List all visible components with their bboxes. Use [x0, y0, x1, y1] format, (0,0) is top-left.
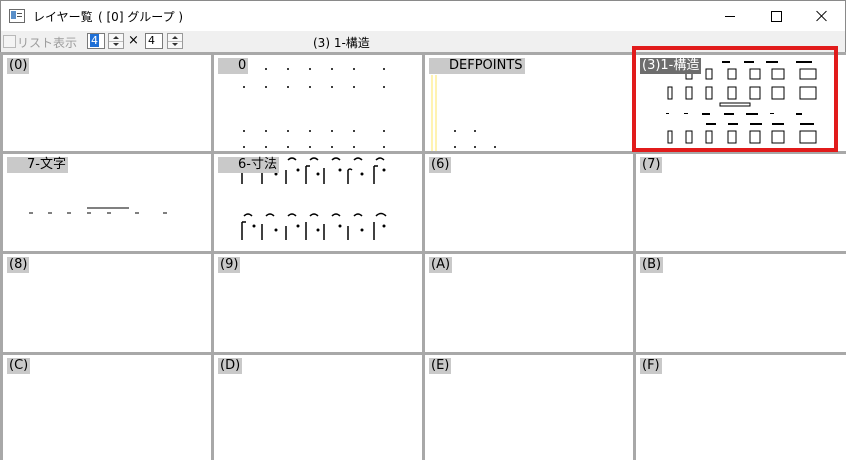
maximize-icon: [770, 10, 782, 22]
layer-cell-7[interactable]: (7): [636, 154, 846, 251]
title-bar[interactable]: レイヤー覧 ( [0] グループ ): [1, 1, 845, 31]
app-icon: [9, 9, 25, 23]
close-button[interactable]: [799, 1, 845, 31]
layer-label: (0): [7, 58, 30, 74]
current-layer-label: (3) 1-構造: [313, 36, 370, 50]
up-arrow-icon: [172, 36, 178, 39]
layer-label: 0: [218, 58, 249, 74]
layer-label: (8): [7, 257, 30, 273]
rows-input[interactable]: 4: [87, 33, 105, 49]
layer-cell-5[interactable]: 6-寸法: [214, 154, 422, 251]
layer-label: (9): [218, 257, 241, 273]
cols-down-button[interactable]: [168, 41, 182, 48]
layer-cell-4[interactable]: 7-文字: [3, 154, 211, 251]
cols-input[interactable]: 4: [145, 33, 163, 49]
layer-cell-9[interactable]: (9): [214, 254, 422, 352]
layer-cell-d[interactable]: (D): [214, 355, 422, 460]
layer-label: (E): [429, 358, 452, 374]
layer-cell-c[interactable]: (C): [3, 355, 211, 460]
layer-cell-2[interactable]: DEFPOINTS: [425, 55, 633, 151]
list-view-label: リスト表示: [17, 36, 78, 50]
up-arrow-icon: [113, 36, 119, 39]
times-sign: ×: [128, 33, 139, 48]
list-view-checkbox[interactable]: [3, 35, 16, 48]
maximize-button[interactable]: [753, 1, 799, 31]
layer-label: (F): [640, 358, 662, 374]
window-title: レイヤー覧: [33, 10, 93, 24]
layer-label: (B): [640, 257, 664, 273]
close-icon: [816, 10, 828, 22]
layer-label: (A): [429, 257, 453, 273]
layer-cell-8[interactable]: (8): [3, 254, 211, 352]
layer-cell-e[interactable]: (E): [425, 355, 633, 460]
layer-cell-1[interactable]: 0: [214, 55, 422, 151]
layer-label: DEFPOINTS: [429, 58, 525, 74]
layer-label: (7): [640, 157, 663, 173]
layer-cell-b[interactable]: (B): [636, 254, 846, 352]
layer-cell-a[interactable]: (A): [425, 254, 633, 352]
window-group: ( [0] グループ ): [98, 10, 184, 24]
layer-label: (D): [218, 358, 243, 374]
down-arrow-icon: [113, 43, 119, 46]
rows-down-button[interactable]: [109, 41, 123, 48]
cols-spinner[interactable]: [167, 33, 183, 49]
layer-label: (6): [429, 157, 452, 173]
down-arrow-icon: [172, 43, 178, 46]
layer-label: 7-文字: [7, 157, 68, 173]
layer-cell-0[interactable]: (0): [3, 55, 211, 151]
minimize-button[interactable]: [707, 1, 753, 31]
layer-grid: (0) 0 DEFPOINTS (3)1-構造 7-文字 6-寸法 (6) (7…: [0, 46, 846, 460]
rows-spinner[interactable]: [108, 33, 124, 49]
minimize-icon: [725, 15, 735, 17]
layer-cell-f[interactable]: (F): [636, 355, 846, 460]
layer-cell-6[interactable]: (6): [425, 154, 633, 251]
selection-highlight-box: [632, 46, 838, 152]
layer-label: (C): [7, 358, 31, 374]
layer-label: 6-寸法: [218, 157, 279, 173]
rows-value: 4: [90, 34, 99, 47]
